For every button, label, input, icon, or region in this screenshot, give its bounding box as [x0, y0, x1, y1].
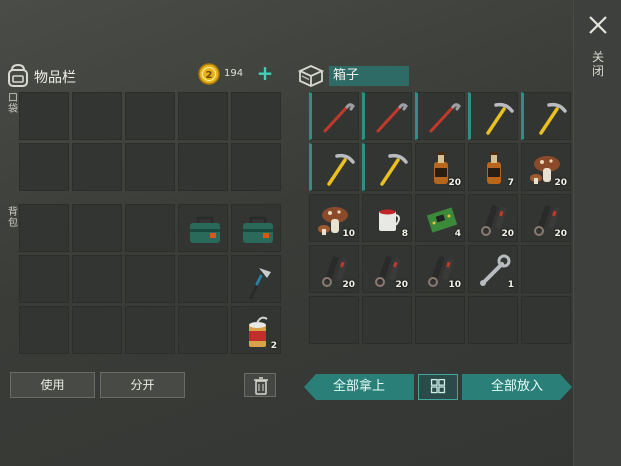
box-slot[interactable]: [362, 92, 412, 140]
pocket-slot[interactable]: [231, 143, 281, 191]
pocket-slot[interactable]: [19, 92, 69, 140]
box-slot[interactable]: [309, 296, 359, 344]
inventory-title: 物品栏: [34, 70, 76, 86]
box-slot[interactable]: [415, 92, 465, 140]
backpack-slot[interactable]: [125, 306, 175, 354]
backpack-slot[interactable]: [125, 204, 175, 252]
pickaxe-icon: [327, 153, 355, 186]
box-slot[interactable]: [521, 92, 571, 140]
pocket-slot[interactable]: [178, 143, 228, 191]
backpack-slot[interactable]: [19, 306, 69, 354]
pickaxe-icon: [539, 102, 567, 135]
backpack-grid: 2: [19, 204, 281, 354]
pocket-slot[interactable]: [19, 143, 69, 191]
take-all-button[interactable]: 全部拿上: [304, 374, 414, 400]
box-slot[interactable]: 10: [309, 194, 359, 242]
trash-icon: [254, 377, 268, 395]
box-header: 箱子: [297, 62, 411, 88]
crowbar-icon: [429, 103, 461, 133]
item-quantity: 7: [507, 178, 514, 188]
put-all-button[interactable]: 全部放入: [462, 374, 572, 400]
box-slot[interactable]: [309, 92, 359, 140]
backpack-slot[interactable]: [178, 204, 228, 252]
toolbox-icon: [190, 216, 220, 243]
backpack-slot[interactable]: 2: [231, 306, 281, 354]
item-quantity: 4: [454, 229, 461, 239]
item-quantity: 2: [270, 341, 277, 351]
box-title: 箱子: [329, 66, 409, 86]
sort-grid-icon: [430, 378, 446, 394]
backpack-label: 背包: [8, 207, 18, 229]
item-quantity: 8: [401, 229, 408, 239]
backpack-slot[interactable]: [178, 306, 228, 354]
item-quantity: 20: [395, 280, 408, 290]
backpack-slot[interactable]: [125, 255, 175, 303]
pocket-slot[interactable]: [125, 143, 175, 191]
pickaxe-icon: [380, 153, 408, 186]
backpack-slot[interactable]: [72, 306, 122, 354]
box-slot[interactable]: [362, 143, 412, 191]
pocket-slot[interactable]: [178, 92, 228, 140]
box-slot[interactable]: 20: [468, 194, 518, 242]
pocket-slot[interactable]: [72, 92, 122, 140]
backpack-slot[interactable]: [19, 255, 69, 303]
toolbox-icon: [243, 216, 273, 243]
box-slot[interactable]: 10: [415, 245, 465, 293]
item-quantity: 20: [501, 229, 514, 239]
crate-icon: [297, 65, 325, 87]
box-slot[interactable]: [521, 245, 571, 293]
crowbar-icon: [323, 103, 355, 133]
item-quantity: 20: [448, 178, 461, 188]
svg-text:2: 2: [206, 70, 213, 81]
pocket-grid: [19, 92, 281, 191]
box-slot[interactable]: 20: [521, 194, 571, 242]
split-button[interactable]: 分开: [100, 372, 185, 398]
use-button[interactable]: 使用: [10, 372, 95, 398]
box-slot[interactable]: [468, 296, 518, 344]
backpack-slot[interactable]: [231, 204, 281, 252]
box-slot[interactable]: 20: [415, 143, 465, 191]
box-slot[interactable]: 20: [521, 143, 571, 191]
box-slot[interactable]: [362, 296, 412, 344]
backpack-slot[interactable]: [178, 255, 228, 303]
box-slot[interactable]: 7: [468, 143, 518, 191]
box-slot[interactable]: 8: [362, 194, 412, 242]
crowbar-icon: [376, 103, 408, 133]
item-quantity: 10: [448, 280, 461, 290]
pocket-slot[interactable]: [72, 143, 122, 191]
backpack-slot[interactable]: [72, 204, 122, 252]
box-slot[interactable]: [309, 143, 359, 191]
close-strip: 关闭: [573, 0, 621, 466]
backpack-icon: [8, 63, 28, 87]
backpack-slot[interactable]: [231, 255, 281, 303]
sort-button[interactable]: [418, 374, 458, 400]
item-quantity: 20: [554, 178, 567, 188]
close-label[interactable]: 关闭: [591, 50, 605, 78]
pickaxe-icon: [486, 102, 514, 135]
box-slot[interactable]: 20: [309, 245, 359, 293]
add-coins-button[interactable]: +: [256, 63, 274, 85]
item-quantity: 10: [342, 229, 355, 239]
item-quantity: 20: [554, 229, 567, 239]
item-quantity: 20: [342, 280, 355, 290]
box-slot[interactable]: [521, 296, 571, 344]
hatchet-icon: [249, 268, 271, 300]
pocket-slot[interactable]: [231, 92, 281, 140]
pocket-label: 口袋: [8, 93, 18, 115]
box-slot[interactable]: [415, 296, 465, 344]
coin-count: 194: [224, 68, 244, 79]
close-x-icon[interactable]: [587, 14, 609, 36]
backpack-slot[interactable]: [19, 204, 69, 252]
inventory-header: 物品栏 2 194 +: [6, 62, 278, 88]
box-slot[interactable]: 1: [468, 245, 518, 293]
backpack-slot[interactable]: [72, 255, 122, 303]
coin-icon: 2: [198, 63, 220, 85]
box-grid: 20 7 20 10 8 4 20 20 20 20 10 1: [309, 92, 571, 344]
item-quantity: 1: [507, 280, 514, 290]
pocket-slot[interactable]: [125, 92, 175, 140]
trash-button[interactable]: [244, 373, 276, 397]
box-slot[interactable]: 4: [415, 194, 465, 242]
box-slot[interactable]: [468, 92, 518, 140]
box-slot[interactable]: 20: [362, 245, 412, 293]
